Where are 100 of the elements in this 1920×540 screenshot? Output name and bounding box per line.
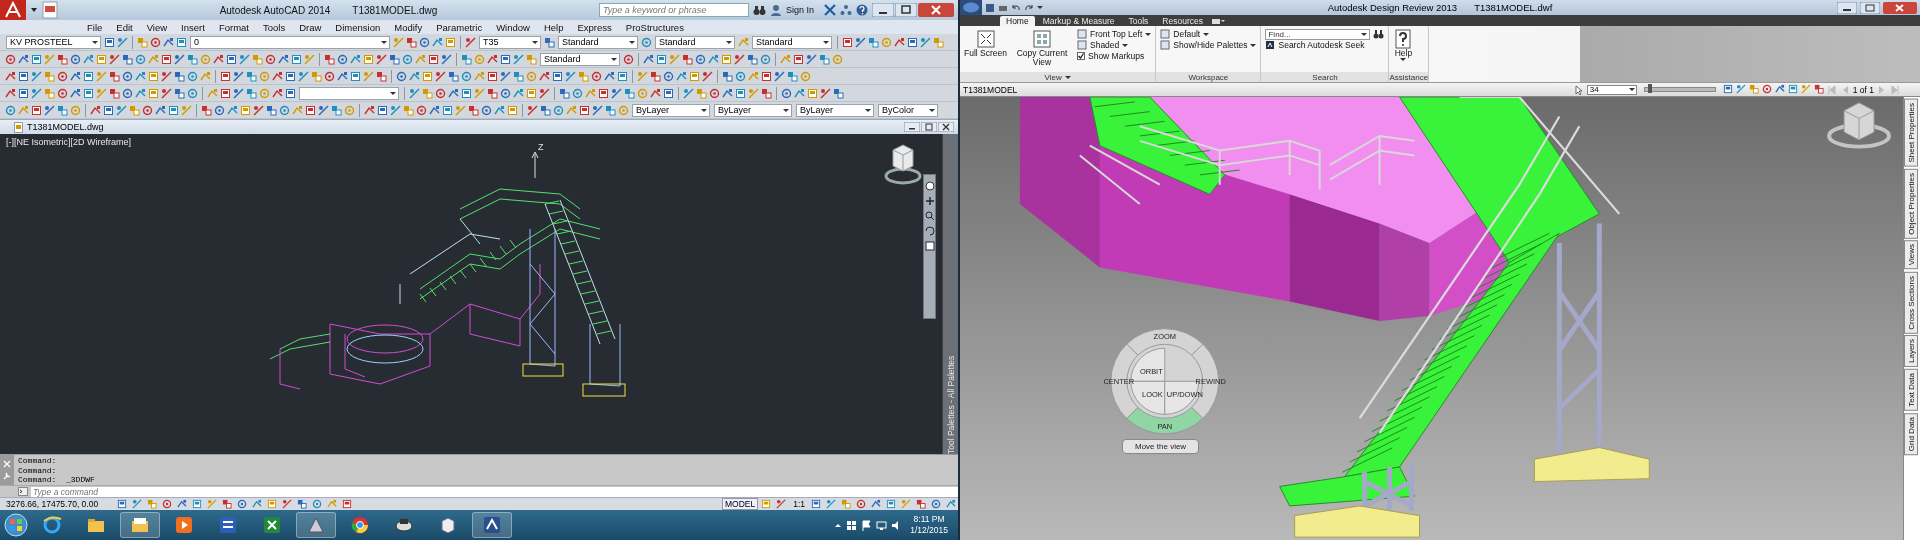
tool-icon[interactable] xyxy=(603,70,615,82)
tool-icon[interactable] xyxy=(160,87,172,99)
tool-icon[interactable] xyxy=(1735,83,1746,96)
document-tab[interactable]: T1381MODEL.dwg xyxy=(27,122,104,132)
tool-icon[interactable] xyxy=(616,70,628,82)
tool-icon[interactable] xyxy=(121,87,133,99)
tool-icon[interactable] xyxy=(128,104,140,116)
tool-icon[interactable] xyxy=(418,36,430,48)
tool-icon[interactable] xyxy=(89,104,101,116)
tool-icon[interactable] xyxy=(186,53,198,65)
network-icon[interactable] xyxy=(840,4,852,16)
tool-icon[interactable] xyxy=(408,70,420,82)
tool-icon[interactable] xyxy=(103,36,115,48)
tool-icon[interactable] xyxy=(906,36,918,48)
wrench-icon[interactable] xyxy=(3,472,11,480)
help-icon[interactable] xyxy=(856,4,868,16)
tool-icon[interactable] xyxy=(121,70,133,82)
tool-icon[interactable] xyxy=(167,104,179,116)
tool-icon[interactable] xyxy=(136,36,148,48)
tool-icon[interactable] xyxy=(525,53,537,65)
redo-icon[interactable] xyxy=(1024,2,1034,13)
save-icon[interactable] xyxy=(985,2,995,13)
dropdown[interactable]: Standard xyxy=(558,35,638,49)
tool-icon[interactable] xyxy=(405,36,417,48)
tool-icon[interactable] xyxy=(43,70,55,82)
tool-icon[interactable] xyxy=(610,87,622,99)
tool-icon[interactable] xyxy=(760,498,773,510)
wheel-wedge[interactable] xyxy=(1126,328,1204,356)
tool-icon[interactable] xyxy=(427,53,439,65)
tool-icon[interactable] xyxy=(551,70,563,82)
tool-icon[interactable] xyxy=(662,70,674,82)
command-prompt-icon[interactable] xyxy=(18,487,28,496)
tool-icon[interactable] xyxy=(525,87,537,99)
tool-icon[interactable] xyxy=(17,70,29,82)
tool-icon[interactable] xyxy=(486,53,498,65)
tool-icon[interactable] xyxy=(349,53,361,65)
tool-icon[interactable] xyxy=(362,53,374,65)
tool-icon[interactable] xyxy=(108,87,120,99)
tool-icon[interactable] xyxy=(538,70,550,82)
tool-icon[interactable] xyxy=(284,87,296,99)
tool-icon[interactable] xyxy=(134,70,146,82)
tool-icon[interactable] xyxy=(131,498,144,510)
tool-icon[interactable] xyxy=(792,53,804,65)
tool-icon[interactable] xyxy=(431,36,443,48)
tool-icon[interactable] xyxy=(1787,83,1798,96)
tool-icon[interactable] xyxy=(219,87,231,99)
tool-icon[interactable] xyxy=(141,104,153,116)
tool-icon[interactable] xyxy=(265,104,277,116)
tool-icon[interactable] xyxy=(893,36,905,48)
tool-icon[interactable] xyxy=(245,70,257,82)
tool-icon[interactable] xyxy=(460,87,472,99)
tool-icon[interactable] xyxy=(840,498,852,510)
tool-icon[interactable] xyxy=(695,87,707,99)
tool-icon[interactable] xyxy=(870,498,882,510)
tool-icon[interactable] xyxy=(251,53,263,65)
tool-icon[interactable] xyxy=(43,87,55,99)
side-tab[interactable]: Cross Sections xyxy=(1904,271,1918,334)
tool-icon[interactable] xyxy=(854,36,866,48)
tool-icon[interactable] xyxy=(162,36,174,48)
tool-icon[interactable] xyxy=(134,87,146,99)
tool-icon[interactable] xyxy=(810,498,822,510)
command-input[interactable]: Type a command xyxy=(31,486,958,497)
sign-in-link[interactable]: Sign In xyxy=(785,5,814,15)
tool-icon[interactable] xyxy=(375,70,387,82)
tool-icon[interactable] xyxy=(655,53,667,65)
tool-icon[interactable] xyxy=(116,498,129,510)
tool-icon[interactable] xyxy=(734,87,746,99)
tool-icon[interactable] xyxy=(336,70,348,82)
ribbon-tab[interactable]: Tools xyxy=(1122,16,1155,26)
tool-icon[interactable] xyxy=(486,70,498,82)
menu-item[interactable]: View xyxy=(139,21,175,33)
tool-icon[interactable] xyxy=(708,87,720,99)
tool-icon[interactable] xyxy=(82,87,94,99)
tool-icon[interactable] xyxy=(543,36,555,48)
tool-icon[interactable] xyxy=(945,498,957,510)
tool-icon[interactable] xyxy=(885,498,897,510)
tool-icon[interactable] xyxy=(252,104,264,116)
ribbon-options-icon[interactable] xyxy=(1211,17,1226,26)
tool-icon[interactable] xyxy=(434,87,446,99)
tool-icon[interactable] xyxy=(341,498,354,510)
menu-item[interactable]: Draw xyxy=(292,21,329,33)
tool-icon[interactable] xyxy=(486,87,498,99)
tool-icon[interactable] xyxy=(402,104,414,116)
dropdown[interactable]: Standard xyxy=(752,35,832,49)
tool-icon[interactable] xyxy=(160,53,172,65)
tool-icon[interactable] xyxy=(421,87,433,99)
dropdown[interactable] xyxy=(299,86,399,100)
tool-icon[interactable] xyxy=(1748,83,1759,96)
tool-icon[interactable] xyxy=(30,87,42,99)
tool-icon[interactable] xyxy=(428,104,440,116)
viewport-label[interactable]: [-][NE Isometric][2D Wireframe] xyxy=(6,137,131,147)
tool-icon[interactable] xyxy=(434,70,446,82)
menu-item[interactable]: Dimension xyxy=(328,21,388,33)
tool-icon[interactable] xyxy=(604,104,616,116)
tool-icon[interactable] xyxy=(375,53,387,65)
tool-icon[interactable] xyxy=(825,498,837,510)
tool-icon[interactable] xyxy=(447,87,459,99)
tool-icon[interactable] xyxy=(759,53,771,65)
minimize-icon[interactable] xyxy=(872,3,894,17)
ribbon-button[interactable]: Copy Current View xyxy=(1012,29,1072,67)
